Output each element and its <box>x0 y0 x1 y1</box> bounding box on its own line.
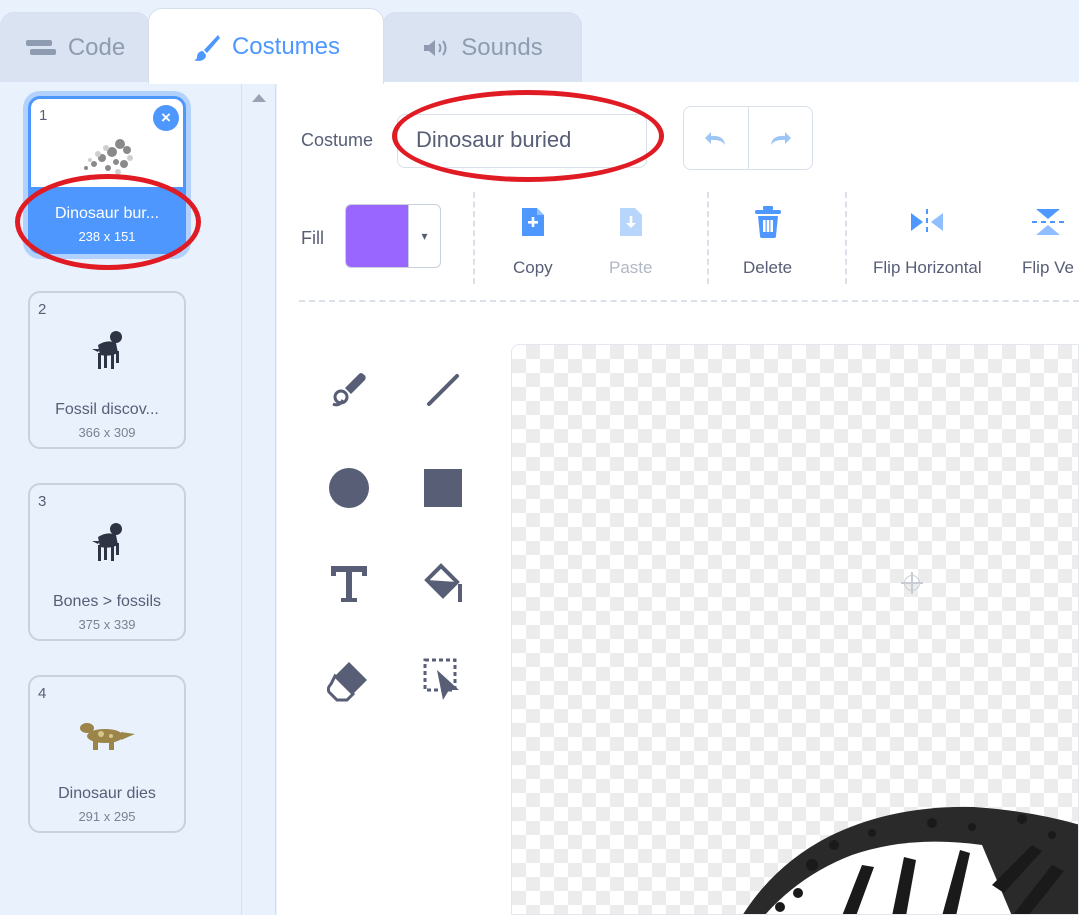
toolbar-separator <box>299 300 1079 302</box>
tab-code-label: Code <box>67 33 126 61</box>
copy-icon <box>520 200 546 244</box>
paste-button[interactable]: Paste <box>609 200 652 278</box>
speaker-icon <box>421 37 451 59</box>
code-blocks-icon <box>24 37 58 59</box>
toolbar-divider <box>845 192 847 284</box>
paintbrush-icon <box>192 32 222 62</box>
eraser-icon <box>327 662 367 702</box>
rectangle-tool[interactable] <box>413 458 473 518</box>
costume-name: Fossil discov... <box>55 401 159 418</box>
chevron-down-icon: ▾ <box>408 205 440 267</box>
costume-name-input[interactable]: Dinosaur buried <box>397 114 647 168</box>
tab-bar: Code Costumes Sounds <box>0 0 1079 84</box>
flip-vertical-label: Flip Ve <box>1022 258 1074 277</box>
delete-button[interactable]: Delete <box>743 200 792 278</box>
tab-code[interactable]: Code <box>0 12 150 82</box>
flip-vertical-button[interactable]: Flip Ve <box>1022 200 1074 278</box>
costume-number: 3 <box>38 493 47 510</box>
fill-color-picker[interactable]: ▾ <box>345 204 441 268</box>
rectangle-icon <box>424 469 462 507</box>
costume-name: Dinosaur bur... <box>54 205 160 222</box>
costume-item-3[interactable]: 3 Bones > fossils 375 x 339 <box>28 483 186 641</box>
redo-icon <box>771 132 792 145</box>
costume-thumbnail <box>31 123 183 193</box>
select-tool[interactable] <box>413 650 473 710</box>
costume-name: Dinosaur dies <box>58 785 156 802</box>
costume-thumbnail <box>30 701 184 771</box>
tab-sounds-label: Sounds <box>461 33 543 61</box>
fill-tool[interactable] <box>413 554 473 614</box>
paste-icon <box>618 200 644 244</box>
circle-icon <box>329 468 369 508</box>
circle-tool[interactable] <box>319 458 379 518</box>
copy-button[interactable]: Copy <box>513 200 553 278</box>
costume-number: 1 <box>39 107 48 124</box>
costume-name: Bones > fossils <box>52 593 162 610</box>
flip-horizontal-label: Flip Horizontal <box>873 258 982 277</box>
line-icon <box>427 374 459 406</box>
tab-costumes-label: Costumes <box>231 32 341 60</box>
undo-redo-group <box>683 106 813 170</box>
costume-name-label: Costume <box>301 130 374 150</box>
eraser-tool[interactable] <box>319 650 379 710</box>
paint-editor: Costume Dinosaur buried Fill ▾ Copy Past… <box>277 82 1079 915</box>
undo-icon <box>704 132 725 145</box>
brush-icon <box>332 373 366 407</box>
costume-item-4[interactable]: 4 Dinosaur dies 291 x 295 <box>28 675 186 833</box>
costume-size: 291 x 295 <box>78 809 136 824</box>
costume-thumbnail <box>30 317 184 387</box>
trash-icon <box>753 200 783 244</box>
costume-number: 2 <box>38 301 47 318</box>
costume-thumbnail <box>30 509 184 579</box>
brush-tool[interactable] <box>319 360 379 420</box>
toolbar-divider <box>707 192 709 284</box>
costume-size: 238 x 151 <box>78 229 136 244</box>
costume-item-1[interactable]: 1 × Dinosaur bur... 238 x 151 <box>28 96 186 254</box>
copy-label: Copy <box>513 258 553 277</box>
tab-sounds[interactable]: Sounds <box>382 12 582 82</box>
paint-canvas[interactable] <box>511 344 1079 915</box>
undo-button[interactable] <box>684 107 748 169</box>
costume-list-scrollbar[interactable] <box>242 82 276 915</box>
redo-button[interactable] <box>747 107 813 169</box>
fill-label: Fill <box>301 228 324 248</box>
flip-vertical-icon <box>1028 200 1068 244</box>
select-cursor-icon <box>423 658 459 700</box>
toolbar-divider <box>473 192 475 284</box>
paint-bucket-icon <box>424 563 462 602</box>
flip-horizontal-button[interactable]: Flip Horizontal <box>873 200 982 278</box>
scroll-up-arrow-icon[interactable] <box>252 94 266 102</box>
paste-label: Paste <box>609 258 653 277</box>
costume-number: 4 <box>38 685 47 702</box>
scratch-editor: Code Costumes Sounds 1 × Dinosaur bur...… <box>0 0 1079 915</box>
flip-horizontal-icon <box>907 200 947 244</box>
costume-item-2[interactable]: 2 Fossil discov... 366 x 309 <box>28 291 186 449</box>
text-tool[interactable] <box>319 554 379 614</box>
fill-color-swatch <box>346 205 408 267</box>
costume-drawing <box>743 806 1078 914</box>
costume-size: 366 x 309 <box>78 425 136 440</box>
delete-label: Delete <box>743 258 793 277</box>
text-icon <box>331 566 367 602</box>
tab-costumes[interactable]: Costumes <box>148 8 384 84</box>
line-tool[interactable] <box>413 360 473 420</box>
costume-size: 375 x 339 <box>78 617 136 632</box>
